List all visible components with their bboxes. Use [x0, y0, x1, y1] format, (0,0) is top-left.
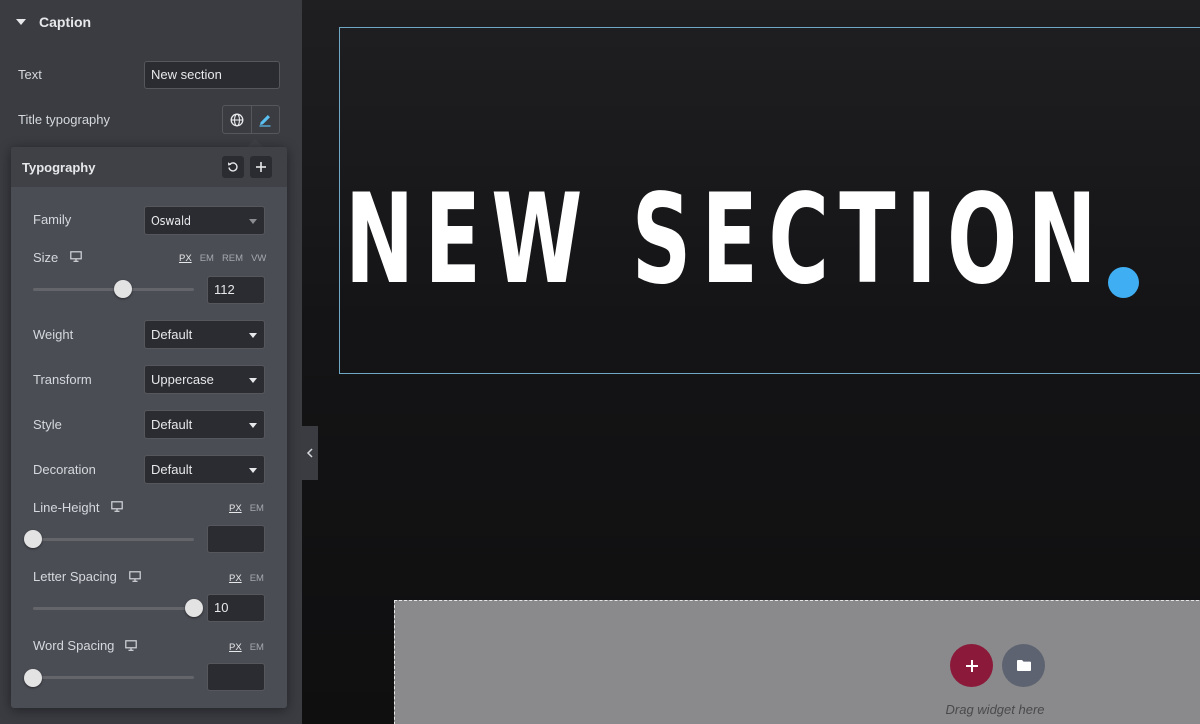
letter-spacing-slider-thumb[interactable]	[185, 599, 203, 617]
size-unit-vw[interactable]: VW	[251, 253, 266, 264]
word-spacing-units: PX EM	[229, 642, 264, 653]
chevron-down-icon	[249, 333, 257, 338]
word-spacing-label: Word Spacing	[33, 638, 115, 653]
line-height-label: Line-Height	[33, 500, 100, 515]
size-unit-px[interactable]: PX	[179, 253, 192, 264]
chevron-down-icon	[249, 219, 257, 224]
family-value: Oswald	[151, 213, 191, 228]
caption-section-title: Caption	[39, 14, 92, 30]
global-typography-button[interactable]	[223, 106, 251, 133]
letter-spacing-slider-track[interactable]	[33, 607, 194, 610]
word-spacing-slider-thumb[interactable]	[24, 669, 42, 687]
size-input[interactable]: 112	[207, 276, 265, 304]
typography-popover-header: Typography	[11, 147, 287, 187]
size-unit-em[interactable]: EM	[200, 253, 214, 264]
decoration-label: Decoration	[33, 462, 96, 477]
collapse-panel-button[interactable]	[302, 426, 318, 480]
line-height-slider-thumb[interactable]	[24, 530, 42, 548]
monitor-icon[interactable]	[129, 571, 141, 582]
line-height-unit-px[interactable]: PX	[229, 503, 242, 514]
word-spacing-slider-track[interactable]	[33, 676, 194, 679]
popover-arrow	[247, 139, 263, 147]
folder-icon	[1016, 660, 1031, 671]
letter-spacing-unit-em[interactable]: EM	[250, 573, 264, 584]
chevron-down-icon	[249, 423, 257, 428]
typography-popover: Typography Family Oswald Size PX EM REM …	[11, 147, 287, 708]
transform-value: Uppercase	[151, 372, 214, 387]
decoration-select[interactable]: Default	[144, 455, 265, 484]
size-slider-thumb[interactable]	[114, 280, 133, 298]
add-global-font-button[interactable]	[250, 156, 272, 178]
typography-title: Typography	[22, 160, 96, 175]
text-input[interactable]: New section	[144, 61, 280, 89]
line-height-input[interactable]	[207, 525, 265, 553]
size-label: Size	[33, 250, 59, 265]
text-label: Text	[18, 67, 42, 82]
add-template-button[interactable]	[1002, 644, 1045, 687]
word-spacing-input[interactable]	[207, 663, 265, 691]
edit-typography-button[interactable]	[250, 106, 280, 133]
chevron-left-icon	[306, 448, 313, 458]
decoration-value: Default	[151, 462, 193, 477]
globe-icon	[230, 113, 244, 126]
reset-icon	[228, 162, 238, 172]
weight-value: Default	[151, 327, 193, 342]
line-height-units: PX EM	[229, 503, 264, 514]
monitor-icon[interactable]	[125, 640, 137, 651]
caret-down-icon	[16, 19, 26, 25]
weight-select[interactable]: Default	[144, 320, 265, 349]
family-select[interactable]: Oswald	[144, 206, 265, 235]
style-value: Default	[151, 417, 193, 432]
caption-section-header[interactable]: Caption	[0, 0, 302, 44]
heading-accent-dot	[1108, 267, 1139, 298]
size-units: PX EM REM VW	[179, 253, 266, 264]
pencil-icon	[259, 114, 271, 127]
word-spacing-unit-em[interactable]: EM	[250, 642, 264, 653]
add-section-button[interactable]	[950, 644, 993, 687]
plus-icon	[965, 659, 978, 672]
line-height-unit-em[interactable]: EM	[250, 503, 264, 514]
chevron-down-icon	[249, 378, 257, 383]
title-typography-label: Title typography	[18, 112, 111, 127]
letter-spacing-label: Letter Spacing	[33, 569, 117, 584]
section-heading[interactable]: NEW SECTION	[345, 170, 1107, 310]
transform-select[interactable]: Uppercase	[144, 365, 265, 394]
weight-label: Weight	[33, 327, 74, 342]
monitor-icon[interactable]	[70, 251, 82, 262]
monitor-icon[interactable]	[111, 501, 123, 512]
chevron-down-icon	[249, 468, 257, 473]
letter-spacing-input[interactable]: 10	[207, 594, 265, 622]
plus-icon	[256, 162, 266, 172]
drop-zone-hint: Drag widget here	[945, 702, 1045, 717]
letter-spacing-unit-px[interactable]: PX	[229, 573, 242, 584]
letter-spacing-units: PX EM	[229, 573, 264, 584]
size-unit-rem[interactable]: REM	[222, 253, 243, 264]
family-label: Family	[33, 212, 72, 227]
reset-button[interactable]	[222, 156, 244, 178]
word-spacing-unit-px[interactable]: PX	[229, 642, 242, 653]
style-select[interactable]: Default	[144, 410, 265, 439]
line-height-slider-track[interactable]	[33, 538, 194, 541]
typography-controls	[222, 105, 280, 134]
transform-label: Transform	[33, 372, 92, 387]
style-label: Style	[33, 417, 62, 432]
